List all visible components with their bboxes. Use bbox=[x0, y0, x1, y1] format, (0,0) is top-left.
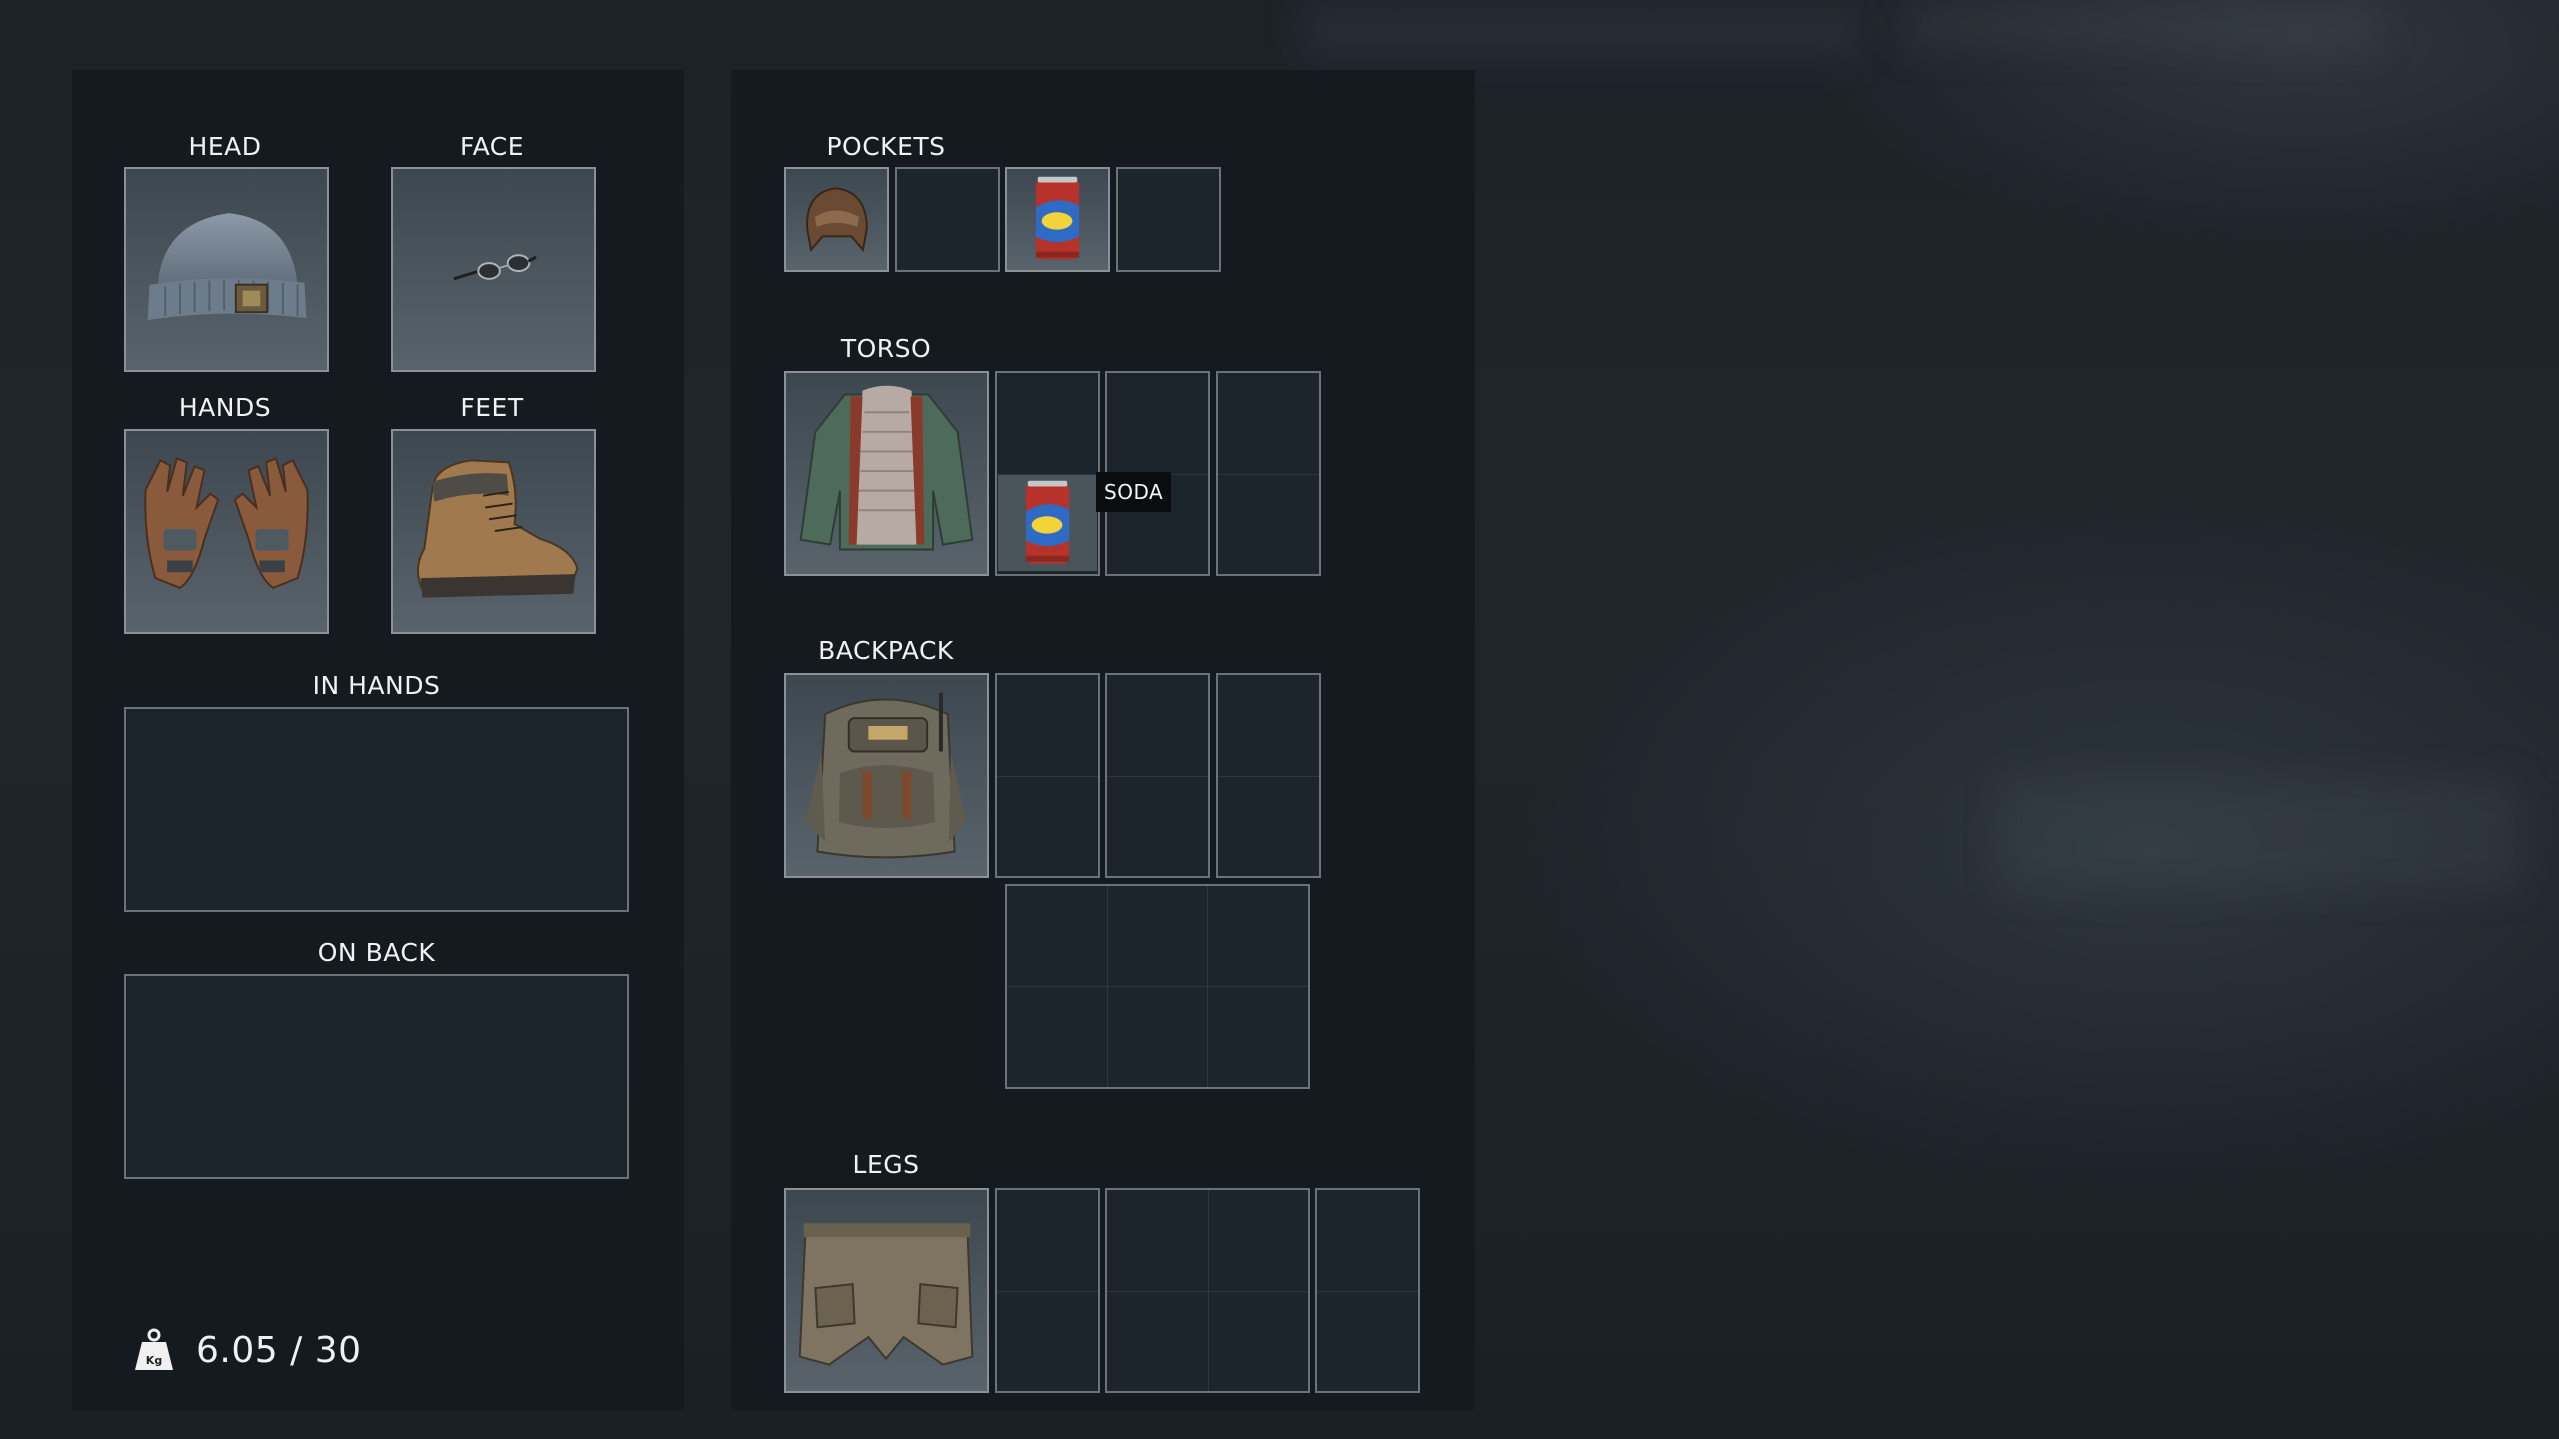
legs-label: LEGS bbox=[852, 1150, 920, 1179]
jacket-icon bbox=[799, 385, 974, 551]
torso-cargo-col-1[interactable] bbox=[995, 371, 1100, 576]
torso-cargo-col-3[interactable] bbox=[1216, 371, 1321, 576]
head-slot[interactable] bbox=[124, 167, 329, 372]
backpack-cargo-lower[interactable] bbox=[1005, 884, 1310, 1089]
item-tooltip: SODA bbox=[1096, 472, 1172, 512]
torso-label: TORSO bbox=[840, 334, 932, 363]
weight-separator: / bbox=[290, 1329, 303, 1371]
weight-current: 6.05 bbox=[196, 1329, 279, 1371]
head-label: HEAD bbox=[188, 132, 262, 161]
pocket-slot-3[interactable] bbox=[1005, 167, 1110, 272]
backpack-cargo-col-3[interactable] bbox=[1216, 673, 1321, 878]
pocket-slot-2[interactable] bbox=[895, 167, 1000, 272]
legs-cargo-col-2[interactable] bbox=[1315, 1188, 1420, 1393]
pocket-slot-1[interactable] bbox=[784, 167, 889, 272]
beanie-icon bbox=[147, 213, 307, 320]
weight-kg-icon: Kg bbox=[135, 1328, 173, 1370]
feet-slot[interactable] bbox=[391, 429, 596, 634]
pockets-label: POCKETS bbox=[826, 132, 946, 161]
weight-max: 30 bbox=[314, 1329, 362, 1371]
backpack-slot[interactable] bbox=[784, 673, 989, 878]
hands-slot[interactable] bbox=[124, 429, 329, 634]
face-slot[interactable] bbox=[391, 167, 596, 372]
soda-can-icon bbox=[997, 473, 1098, 572]
face-label: FACE bbox=[460, 132, 524, 161]
backpack-label: BACKPACK bbox=[818, 636, 954, 665]
feet-label: FEET bbox=[460, 393, 524, 422]
pocket-slot-4[interactable] bbox=[1116, 167, 1221, 272]
sunglasses-icon bbox=[453, 254, 537, 281]
in-hands-label: IN HANDS bbox=[312, 671, 441, 700]
on-back-label: ON BACK bbox=[317, 938, 436, 967]
weight-value: 6.05 / 30 bbox=[196, 1330, 362, 1371]
legs-cargo-block[interactable] bbox=[1105, 1188, 1310, 1393]
svg-text:Kg: Kg bbox=[146, 1354, 162, 1367]
legs-cargo-col-1[interactable] bbox=[995, 1188, 1100, 1393]
legs-slot[interactable] bbox=[784, 1188, 989, 1393]
ushanka-hat-icon bbox=[806, 187, 868, 252]
boots-icon bbox=[417, 459, 579, 598]
backpack-icon bbox=[805, 692, 967, 859]
torso-slot[interactable] bbox=[784, 371, 989, 576]
backpack-cargo-col-2[interactable] bbox=[1105, 673, 1210, 878]
cargo-pants-icon bbox=[798, 1223, 974, 1366]
backpack-cargo-col-1[interactable] bbox=[995, 673, 1100, 878]
weight-indicator: Kg 6.05 / 30 bbox=[134, 1328, 362, 1372]
hands-label: HANDS bbox=[178, 393, 272, 422]
soda-can-icon bbox=[1035, 176, 1080, 260]
in-hands-slot[interactable] bbox=[124, 707, 629, 912]
gloves-icon bbox=[144, 457, 309, 589]
on-back-slot[interactable] bbox=[124, 974, 629, 1179]
